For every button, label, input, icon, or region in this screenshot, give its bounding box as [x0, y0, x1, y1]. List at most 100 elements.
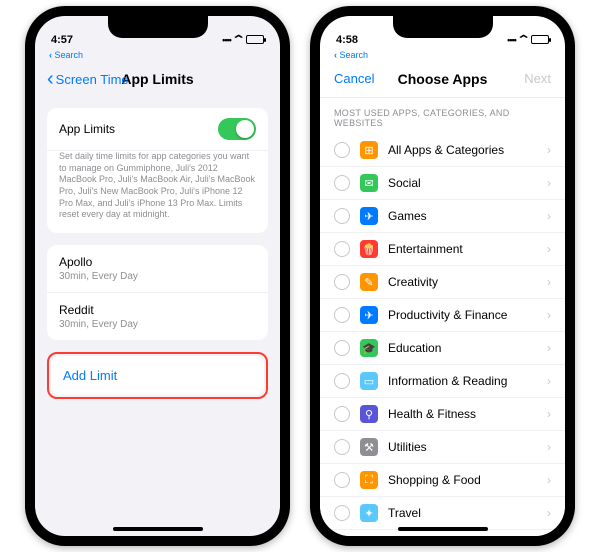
popcorn-icon: 🍿 [360, 240, 378, 258]
limit-name: Reddit [59, 303, 256, 317]
tool-icon: ⚒ [360, 438, 378, 456]
notch [393, 16, 493, 38]
category-list: ⊞All Apps & Categories›✉Social›✈Games›🍿E… [320, 134, 565, 536]
content-area: App Limits Set daily time limits for app… [35, 98, 280, 409]
plane-icon: ✈ [360, 306, 378, 324]
limit-detail: 30min, Every Day [59, 271, 256, 282]
radio-unchecked-icon[interactable] [334, 175, 350, 191]
toggle-group: App Limits Set daily time limits for app… [47, 108, 268, 233]
battery-icon [246, 35, 264, 44]
category-row[interactable]: ⊞ All Apps & Categories› [320, 134, 565, 167]
radio-unchecked-icon[interactable] [334, 208, 350, 224]
category-row[interactable]: ✈ Productivity & Finance› [320, 299, 565, 332]
category-label: Games [388, 209, 547, 223]
chevron-right-icon: › [547, 374, 551, 388]
radio-unchecked-icon[interactable] [334, 340, 350, 356]
screen-right: 4:58 Search Cancel Choose Apps Next MOST… [320, 16, 565, 536]
category-label: Travel [388, 506, 547, 520]
category-row[interactable]: 🍿 Entertainment› [320, 233, 565, 266]
footnote-text: Set daily time limits for app categories… [47, 151, 268, 233]
add-limit-button[interactable]: Add Limit [51, 356, 264, 395]
category-label: Education [388, 341, 547, 355]
chevron-right-icon: › [547, 506, 551, 520]
status-time: 4:57 [51, 34, 73, 46]
brush-icon: ✎ [360, 273, 378, 291]
grid-icon: ⊞ [360, 141, 378, 159]
category-label: Productivity & Finance [388, 308, 547, 322]
category-label: Health & Fitness [388, 407, 547, 421]
category-row[interactable]: ✈ Games› [320, 200, 565, 233]
nav-bar: Screen Time App Limits [35, 60, 280, 98]
back-to-search[interactable]: Search [35, 48, 280, 60]
category-label: Creativity [388, 275, 547, 289]
category-label: Utilities [388, 440, 547, 454]
phone-left: 4:57 Search Screen Time App Limits App L… [25, 6, 290, 546]
chevron-right-icon: › [547, 143, 551, 157]
chevron-right-icon: › [547, 473, 551, 487]
category-row[interactable]: ⚒ Utilities› [320, 431, 565, 464]
toggle-switch[interactable] [218, 118, 256, 140]
nav-title: App Limits [121, 71, 193, 87]
nav-back-button[interactable]: Screen Time [47, 69, 129, 89]
limits-list: Apollo 30min, Every Day Reddit 30min, Every… [47, 245, 268, 340]
notch [108, 16, 208, 38]
category-row[interactable]: ⛶Shopping & Food› [320, 464, 565, 497]
battery-icon [531, 35, 549, 44]
section-header: MOST USED APPS, CATEGORIES, AND WEBSITES [320, 98, 565, 134]
bike-icon: ⚲ [360, 405, 378, 423]
radio-unchecked-icon[interactable] [334, 241, 350, 257]
home-indicator[interactable] [113, 527, 203, 531]
category-row[interactable]: ✎ Creativity› [320, 266, 565, 299]
status-time: 4:58 [336, 34, 358, 46]
category-row[interactable]: ✉ Social› [320, 167, 565, 200]
limit-row[interactable]: Reddit 30min, Every Day [47, 293, 268, 340]
chevron-right-icon: › [547, 407, 551, 421]
limit-name: Apollo [59, 255, 256, 269]
radio-unchecked-icon[interactable] [334, 373, 350, 389]
nav-bar: Cancel Choose Apps Next [320, 60, 565, 98]
category-label: All Apps & Categories [388, 143, 547, 157]
limit-row[interactable]: Apollo 30min, Every Day [47, 245, 268, 293]
radio-unchecked-icon[interactable] [334, 142, 350, 158]
signal-icon [507, 34, 516, 46]
radio-unchecked-icon[interactable] [334, 439, 350, 455]
radio-unchecked-icon[interactable] [334, 406, 350, 422]
app-limits-toggle-row[interactable]: App Limits [47, 108, 268, 151]
chevron-right-icon: › [547, 176, 551, 190]
chevron-right-icon: › [547, 440, 551, 454]
limit-detail: 30min, Every Day [59, 319, 256, 330]
signal-icon [222, 34, 231, 46]
radio-unchecked-icon[interactable] [334, 505, 350, 521]
back-to-search[interactable]: Search [320, 48, 565, 60]
grad-icon: 🎓 [360, 339, 378, 357]
category-row[interactable]: ⚲ Health & Fitness› [320, 398, 565, 431]
category-row[interactable]: ▭ Information & Reading› [320, 365, 565, 398]
chat-icon: ✉ [360, 174, 378, 192]
chevron-right-icon: › [547, 341, 551, 355]
chevron-right-icon: › [547, 275, 551, 289]
category-label: Information & Reading [388, 374, 547, 388]
next-button[interactable]: Next [524, 71, 551, 86]
chevron-right-icon: › [547, 308, 551, 322]
category-label: Social [388, 176, 547, 190]
radio-unchecked-icon[interactable] [334, 472, 350, 488]
wifi-icon [519, 33, 528, 46]
category-row[interactable]: ✦Travel› [320, 497, 565, 530]
radio-unchecked-icon[interactable] [334, 274, 350, 290]
chevron-right-icon: › [547, 242, 551, 256]
book-icon: ▭ [360, 372, 378, 390]
phone-right: 4:58 Search Cancel Choose Apps Next MOST… [310, 6, 575, 546]
add-limit-highlight: Add Limit [47, 352, 268, 399]
cancel-button[interactable]: Cancel [334, 71, 374, 86]
nav-title: Choose Apps [398, 71, 488, 87]
wifi-icon [234, 33, 243, 46]
toggle-label: App Limits [59, 122, 218, 136]
category-label: Shopping & Food [388, 473, 547, 487]
category-label: Entertainment [388, 242, 547, 256]
rocket-icon: ✈ [360, 207, 378, 225]
category-row[interactable]: 🎓 Education› [320, 332, 565, 365]
chevron-right-icon: › [547, 209, 551, 223]
screen-left: 4:57 Search Screen Time App Limits App L… [35, 16, 280, 536]
radio-unchecked-icon[interactable] [334, 307, 350, 323]
home-indicator[interactable] [398, 527, 488, 531]
